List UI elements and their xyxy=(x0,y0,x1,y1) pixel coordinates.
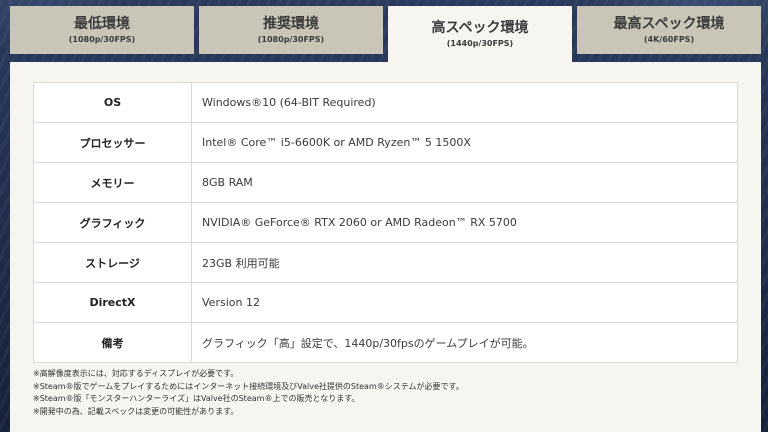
spec-value: グラフィック「高」設定で、1440p/30fpsのゲームプレイが可能。 xyxy=(191,322,738,363)
footnotes: ※高解像度表示には、対応するディスプレイが必要です。 ※Steam®版でゲームを… xyxy=(33,368,743,418)
table-row: プロセッサー Intel® Core™ i5-6600K or AMD Ryze… xyxy=(33,122,738,163)
spec-label: グラフィック xyxy=(33,202,192,243)
tab-subtitle: (1080p/30FPS) xyxy=(68,34,136,44)
spec-label: 備考 xyxy=(33,322,192,363)
spec-value: Windows®10 (64-BIT Required) xyxy=(191,82,738,123)
spec-table: OS Windows®10 (64-BIT Required) プロセッサー I… xyxy=(33,82,738,363)
tab-high-spec[interactable]: 高スペック環境 (1440p/30FPS) xyxy=(388,6,572,62)
tab-subtitle: (1440p/30FPS) xyxy=(446,38,514,48)
table-row: ストレージ 23GB 利用可能 xyxy=(33,242,738,283)
spec-value: Intel® Core™ i5-6600K or AMD Ryzen™ 5 15… xyxy=(191,122,738,163)
table-row: メモリー 8GB RAM xyxy=(33,162,738,203)
table-row: DirectX Version 12 xyxy=(33,282,738,323)
tab-title: 最低環境 xyxy=(74,15,130,32)
table-row: OS Windows®10 (64-BIT Required) xyxy=(33,82,738,123)
table-row: 備考 グラフィック「高」設定で、1440p/30fpsのゲームプレイが可能。 xyxy=(33,322,738,363)
spec-label: プロセッサー xyxy=(33,122,192,163)
spec-value: 23GB 利用可能 xyxy=(191,242,738,283)
spec-label: ストレージ xyxy=(33,242,192,283)
tab-recommended[interactable]: 推奨環境 (1080p/30FPS) xyxy=(199,6,383,54)
spec-label: DirectX xyxy=(33,282,192,323)
footnote: ※高解像度表示には、対応するディスプレイが必要です。 xyxy=(33,369,239,378)
tab-title: 高スペック環境 xyxy=(431,19,529,36)
spec-value: Version 12 xyxy=(191,282,738,323)
spec-value: NVIDIA® GeForce® RTX 2060 or AMD Radeon™… xyxy=(191,202,738,243)
tab-title: 推奨環境 xyxy=(263,15,319,32)
table-row: グラフィック NVIDIA® GeForce® RTX 2060 or AMD … xyxy=(33,202,738,243)
tab-title: 最高スペック環境 xyxy=(613,15,725,32)
spec-label: メモリー xyxy=(33,162,192,203)
tab-subtitle: (4K/60FPS) xyxy=(643,34,695,44)
spec-tabs: 最低環境 (1080p/30FPS) 推奨環境 (1080p/30FPS) 高ス… xyxy=(10,6,761,62)
tab-subtitle: (1080p/30FPS) xyxy=(257,34,325,44)
footnote: ※Steam®版でゲームをプレイするためにはインターネット接続環境及びValve… xyxy=(33,381,464,391)
spec-label: OS xyxy=(33,82,192,123)
tab-minimum[interactable]: 最低環境 (1080p/30FPS) xyxy=(10,6,194,54)
spec-value: 8GB RAM xyxy=(191,162,738,203)
footnote: ※開発中の為、記載スペックは変更の可能性があります。 xyxy=(33,406,239,416)
tab-highest-spec[interactable]: 最高スペック環境 (4K/60FPS) xyxy=(577,6,761,54)
spec-panel: OS Windows®10 (64-BIT Required) プロセッサー I… xyxy=(10,62,761,432)
footnote: ※Steam®版「モンスターハンターライズ」はValve社のSteam®上での販… xyxy=(33,394,360,403)
